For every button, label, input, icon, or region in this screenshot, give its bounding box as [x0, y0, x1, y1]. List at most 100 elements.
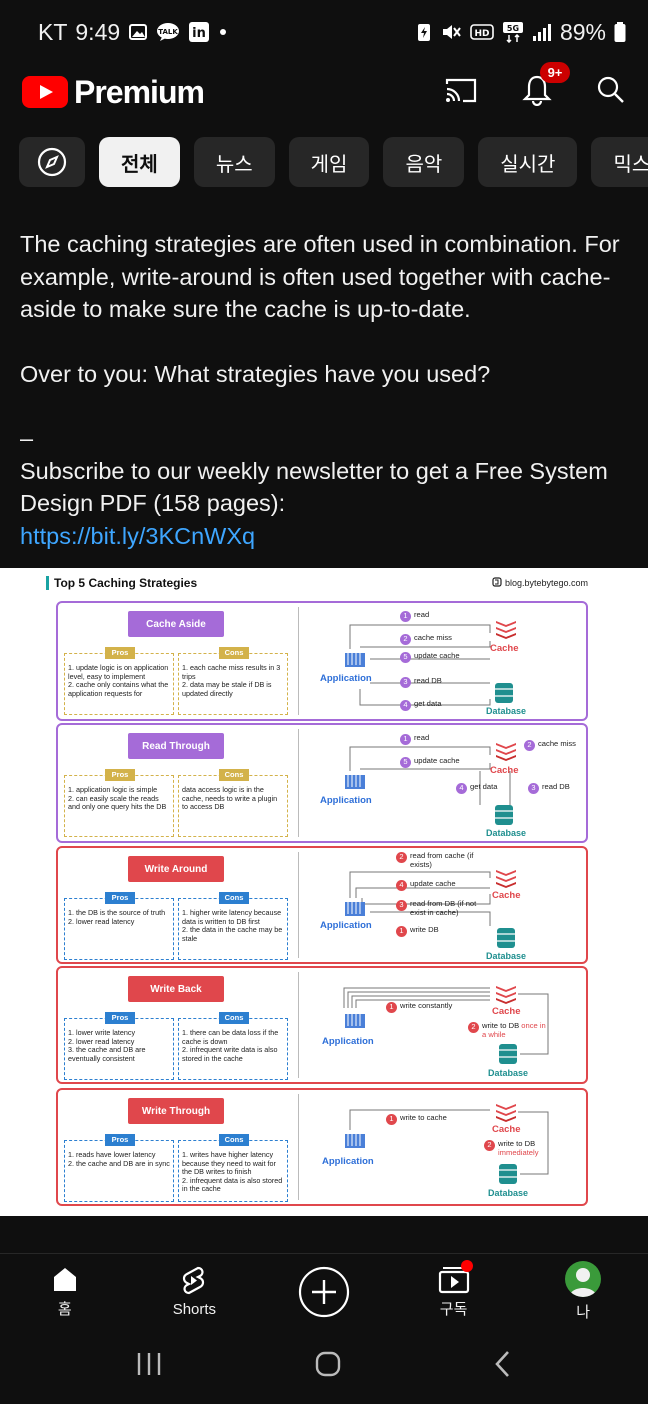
- back-icon[interactable]: [493, 1350, 513, 1383]
- app-server-icon: [345, 773, 365, 789]
- cache-label: Cache: [492, 1006, 521, 1017]
- flow-step: 5 update cache: [400, 756, 460, 768]
- cons-item: 2. the data in the cache may be stale: [182, 925, 283, 943]
- cache-label: Cache: [492, 1124, 521, 1135]
- search-icon[interactable]: [596, 75, 626, 110]
- avatar: [565, 1261, 602, 1297]
- panel-write-around: Write Around Pros 1. the DB is the sourc…: [56, 846, 588, 964]
- cache-redis-icon: [496, 870, 516, 888]
- system-navigation: [0, 1329, 648, 1404]
- home-system-icon[interactable]: [314, 1350, 342, 1383]
- compass-icon: [37, 147, 67, 177]
- flow-step: 2 write to DB once in a while: [468, 1021, 552, 1039]
- nav-shorts[interactable]: Shorts: [130, 1254, 260, 1329]
- pros-item: 2. the cache and DB are in sync: [68, 1158, 170, 1168]
- svg-text:in: in: [192, 26, 206, 41]
- post-paragraph: Subscribe to our weekly newsletter to ge…: [20, 457, 608, 517]
- cons-item: data access logic is in the cache, needs…: [182, 785, 278, 812]
- hd-icon: HD: [470, 23, 494, 41]
- flow-step: 3 read DB: [528, 782, 570, 794]
- linkedin-icon: in: [188, 21, 210, 43]
- chip-live[interactable]: 실시간: [478, 137, 578, 187]
- youtube-logo-icon: [22, 76, 68, 108]
- bottom-navigation: 홈 Shorts 구독 나: [0, 1253, 648, 1329]
- cache-redis-icon: [496, 743, 516, 761]
- database-icon: [497, 928, 515, 948]
- cons-item: 1. there can be data loss if the cache i…: [182, 1028, 279, 1046]
- chip-mix[interactable]: 믹스: [591, 137, 648, 187]
- post-paragraph: Over to you: What strategies have you us…: [20, 360, 491, 387]
- cons-item: 1. each cache miss results in 3 trips: [182, 663, 281, 681]
- recent-apps-icon[interactable]: [135, 1351, 163, 1382]
- flow-diagram: Application Cache Database 1 write to cac…: [304, 1090, 588, 1204]
- nav-home[interactable]: 홈: [0, 1254, 130, 1329]
- pros-item: 2. cache only contains what the applicat…: [68, 680, 169, 698]
- chip-music[interactable]: 음악: [383, 137, 465, 187]
- status-bar: KT 9:49 TALK in HD 5G 89%: [0, 0, 648, 64]
- database-icon: [495, 805, 513, 825]
- post-paragraph: The caching strategies are often used in…: [20, 231, 620, 322]
- post-body: The caching strategies are often used in…: [20, 228, 632, 552]
- cons-item: 2. infrequent data is also stored in the…: [182, 1175, 283, 1194]
- nav-label: Shorts: [172, 1301, 217, 1318]
- flow-step: 4 get data: [456, 782, 497, 794]
- home-icon: [53, 1268, 76, 1291]
- panel-write-through: Write Through Pros 1. reads have lower l…: [56, 1088, 588, 1206]
- pros-item: 2. lower read latency: [68, 916, 135, 926]
- notifications-button[interactable]: 9+: [522, 61, 570, 111]
- svg-text:TALK: TALK: [158, 28, 178, 36]
- chip-games[interactable]: 게임: [288, 137, 370, 187]
- app-server-icon: [345, 651, 365, 667]
- app-header: Premium 9+: [0, 61, 648, 120]
- pros-item: 3. the cache and DB are eventually consi…: [68, 1045, 146, 1063]
- category-chips: 전체 뉴스 게임 음악 실시간 믹스: [19, 137, 648, 187]
- nav-subscriptions[interactable]: 구독: [389, 1254, 519, 1329]
- database-label: Database: [486, 828, 527, 838]
- cons-item: 1. writes have higher latency because th…: [182, 1150, 276, 1177]
- flow-step: 1 write DB: [396, 925, 439, 937]
- chip-all[interactable]: 전체: [99, 137, 180, 187]
- cons-tag: Cons: [219, 1134, 249, 1146]
- flow-step: 5 update cache: [400, 651, 460, 663]
- flow-diagram: Application Cache Database 1 read 2 cache …: [304, 725, 588, 841]
- cast-icon[interactable]: [444, 76, 478, 109]
- cons-box: Cons data access logic is in the cache, …: [178, 769, 288, 837]
- flow-step: 1 write to cache: [386, 1113, 447, 1125]
- shorts-icon: [183, 1266, 205, 1295]
- application-label: Application: [322, 1156, 374, 1167]
- application-label: Application: [320, 795, 372, 806]
- panel-read-through: Read Through Pros 1. application logic i…: [56, 723, 588, 843]
- cons-tag: Cons: [219, 769, 249, 781]
- pros-tag: Pros: [105, 1134, 135, 1146]
- application-label: Application: [322, 1036, 374, 1047]
- dot-icon: [218, 27, 228, 37]
- nav-you[interactable]: 나: [518, 1254, 648, 1329]
- application-label: Application: [320, 920, 372, 931]
- pros-tag: Pros: [105, 892, 135, 904]
- cons-tag: Cons: [219, 647, 249, 659]
- newsletter-link[interactable]: https://bit.ly/3KCnWXq: [20, 523, 255, 549]
- database-icon: [499, 1044, 517, 1064]
- cache-redis-icon: [496, 621, 516, 639]
- flow-step: 2 write to DB immediately: [484, 1139, 554, 1157]
- gallery-icon: [128, 22, 148, 42]
- pros-item: 2. can easily scale the reads and only o…: [68, 793, 167, 812]
- explore-chip[interactable]: [19, 137, 85, 187]
- database-label: Database: [488, 1068, 529, 1078]
- flow-step: 1 read: [400, 733, 429, 745]
- flow-diagram: Application Cache Database 1 write consta…: [304, 968, 588, 1082]
- pros-box: Pros 1. update logic is on application l…: [64, 647, 174, 715]
- mute-icon: [440, 21, 462, 43]
- youtube-premium-logo[interactable]: Premium: [22, 74, 205, 111]
- talk-icon: TALK: [156, 22, 180, 42]
- post-image[interactable]: Top 5 Caching Strategies blog.bytebytego…: [0, 568, 648, 1216]
- pros-tag: Pros: [105, 647, 135, 659]
- create-plus-icon: [298, 1266, 350, 1317]
- pros-box: Pros 1. lower write latency 2. lower rea…: [64, 1012, 174, 1080]
- chip-news[interactable]: 뉴스: [193, 137, 275, 187]
- nav-create[interactable]: [259, 1254, 389, 1329]
- infographic-site: blog.bytebytego.com: [492, 577, 588, 588]
- flow-diagram: Application Cache Database 1 read 2 cache …: [304, 603, 588, 719]
- nav-label: 나: [576, 1304, 591, 1321]
- network-5g-icon: 5G: [502, 21, 524, 43]
